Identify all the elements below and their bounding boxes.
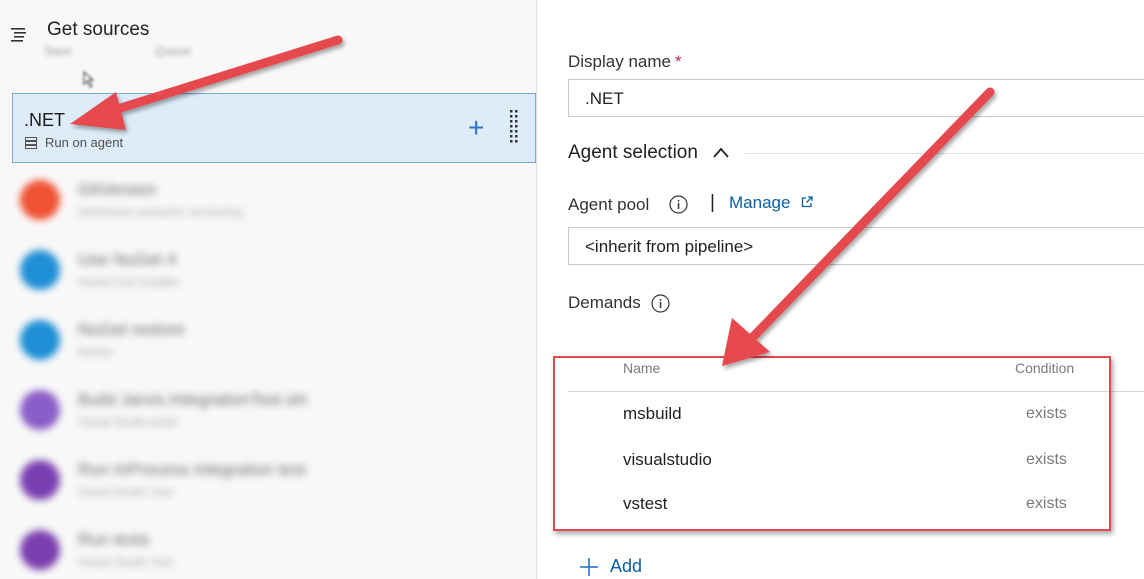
info-icon[interactable] — [651, 294, 670, 313]
agent-pool-select[interactable]: <inherit from pipeline> — [568, 227, 1144, 265]
agent-job-item[interactable]: .NET Run on agent + — [12, 93, 536, 163]
task-title: Use NuGet 4 — [78, 250, 177, 269]
demand-condition[interactable]: exists — [1026, 405, 1067, 423]
plus-icon[interactable] — [579, 557, 599, 577]
demands-label: Demands — [568, 293, 641, 312]
task-icon — [20, 460, 60, 500]
task-icon — [20, 180, 60, 220]
task-title: Run tests — [78, 530, 150, 549]
agent-selection-header[interactable]: Agent selection — [568, 142, 698, 164]
task-title: NuGet restore — [78, 320, 185, 339]
agent-job-name: .NET — [24, 110, 66, 130]
drag-handle-icon[interactable] — [509, 109, 519, 147]
column-header-condition[interactable]: Condition — [1015, 360, 1074, 376]
add-task-button[interactable]: + — [468, 114, 484, 142]
display-name-input[interactable]: .NET — [568, 79, 1144, 117]
demand-name[interactable]: vstest — [623, 494, 667, 514]
task-item[interactable]: Build Jarvis.IntegrationTest.sln Visual … — [12, 382, 536, 452]
get-sources-title: Get sources — [47, 19, 150, 40]
demand-condition[interactable]: exists — [1026, 495, 1067, 513]
add-demand-button[interactable]: Add — [610, 556, 642, 577]
task-title: Run InProcess integration test — [78, 460, 306, 479]
task-subtitle: Visual Studio Test — [78, 485, 173, 499]
job-properties-pane: Display name * .NET Agent selection Agent… — [537, 0, 1144, 579]
display-name-value: .NET — [585, 89, 624, 108]
task-item[interactable]: Run tests Visual Studio Test — [12, 522, 536, 579]
table-header-divider — [568, 391, 1144, 392]
task-title: GitVersion — [78, 180, 157, 199]
get-sources-row[interactable]: Get sources Save Queue — [0, 0, 536, 92]
agent-pool-label: Agent pool — [568, 195, 650, 214]
agent-job-subtitle: Run on agent — [45, 135, 124, 150]
agent-pool-value: <inherit from pipeline> — [585, 237, 754, 256]
display-name-label: Display name * — [568, 52, 682, 71]
manage-link[interactable]: Manage — [729, 193, 790, 213]
task-icon — [20, 390, 60, 430]
task-icon — [20, 320, 60, 360]
task-item[interactable]: GitVersion GitVersion semantic versionin… — [12, 172, 536, 242]
chevron-up-icon[interactable] — [712, 146, 730, 160]
column-header-name[interactable]: Name — [623, 360, 660, 376]
task-subtitle: NuGet — [78, 345, 113, 359]
task-icon — [20, 250, 60, 290]
task-subtitle: Visual Studio Test — [78, 555, 173, 569]
ghost-queue-button: Queue — [155, 44, 192, 58]
task-item[interactable]: Run InProcess integration test Visual St… — [12, 452, 536, 522]
ghost-save-button: Save — [44, 44, 72, 58]
task-subtitle: Visual Studio build — [78, 415, 177, 429]
demand-name[interactable]: msbuild — [623, 404, 682, 424]
demand-name[interactable]: visualstudio — [623, 450, 712, 470]
task-item[interactable]: NuGet restore NuGet — [12, 312, 536, 382]
info-icon[interactable] — [669, 195, 688, 214]
list-icon — [11, 28, 26, 42]
task-subtitle: GitVersion semantic versioning — [78, 205, 243, 219]
mouse-cursor-icon — [83, 70, 95, 88]
task-icon — [20, 530, 60, 570]
required-marker: * — [675, 52, 682, 71]
task-item[interactable]: Use NuGet 4 NuGet tool installer — [12, 242, 536, 312]
task-subtitle: NuGet tool installer — [78, 275, 181, 289]
server-icon — [25, 137, 37, 149]
pipeline-phases-pane: Get sources Save Queue .NET Run on agent… — [0, 0, 537, 579]
demand-condition[interactable]: exists — [1026, 451, 1067, 469]
external-link-icon — [801, 196, 813, 208]
label-separator: | — [710, 192, 715, 213]
task-title: Build Jarvis.IntegrationTest.sln — [78, 390, 308, 409]
section-divider — [745, 153, 1144, 154]
